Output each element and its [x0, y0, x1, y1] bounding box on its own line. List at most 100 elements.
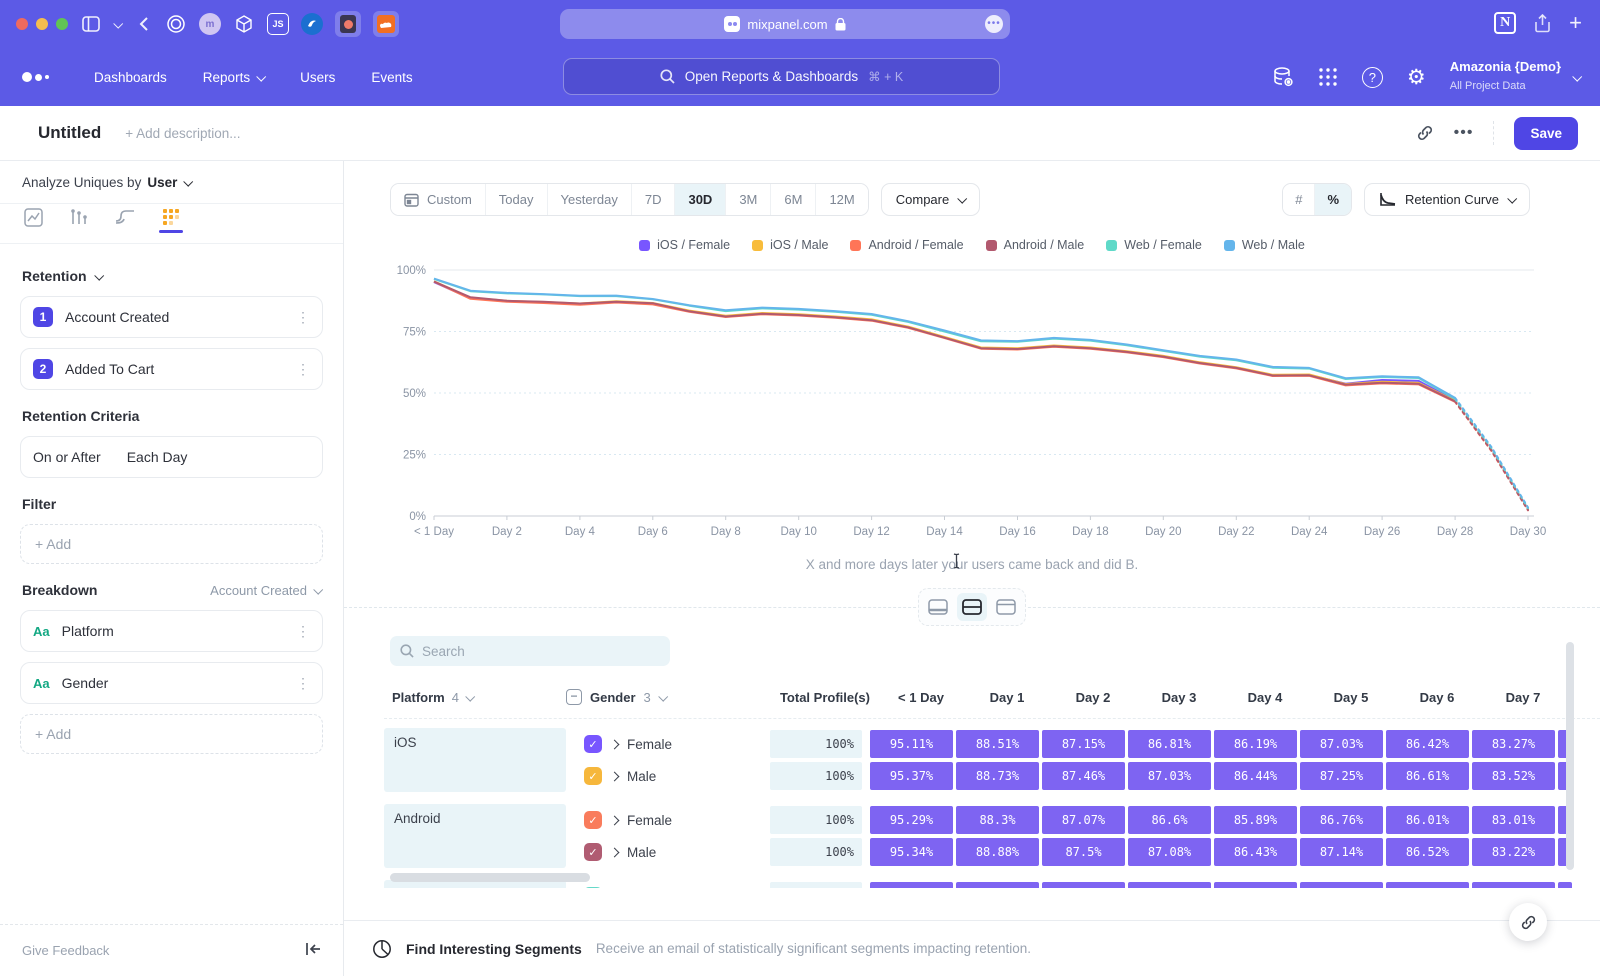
window-controls[interactable] — [16, 18, 68, 30]
range-6m[interactable]: 6M — [771, 184, 816, 215]
close-window-button[interactable] — [16, 18, 28, 30]
data-management-icon[interactable] — [1272, 66, 1294, 88]
maximize-window-button[interactable] — [56, 18, 68, 30]
retention-value-cell[interactable]: 90.51% — [1042, 882, 1125, 888]
tab-flows[interactable] — [114, 210, 136, 232]
notion-tab-icon[interactable]: N — [1494, 12, 1516, 34]
collapse-sidebar-icon[interactable] — [305, 942, 321, 959]
step-options-icon[interactable]: ⋮ — [296, 361, 310, 378]
range-yesterday[interactable]: Yesterday — [548, 184, 632, 215]
legend-item[interactable]: Web / Female — [1106, 238, 1202, 252]
chart-type-dropdown[interactable]: Retention Curve — [1364, 183, 1530, 216]
retention-value-cell[interactable]: 85.89% — [1214, 806, 1297, 834]
range-7d[interactable]: 7D — [632, 184, 676, 215]
breakdown-add-button[interactable]: + Add — [20, 714, 323, 754]
day-column-header[interactable]: Day 4 — [1222, 690, 1308, 705]
target-extension-icon[interactable] — [165, 13, 187, 35]
view-chart-only-toggle[interactable] — [923, 593, 953, 621]
gender-cell[interactable]: ✓Female — [566, 811, 770, 829]
tab-retention[interactable] — [160, 210, 182, 232]
analyze-value-dropdown[interactable]: User — [147, 175, 191, 190]
view-table-only-toggle[interactable] — [991, 593, 1021, 621]
horizontal-scrollbar[interactable] — [390, 873, 590, 882]
breakdown-item-gender[interactable]: AaGender⋮ — [20, 662, 323, 704]
compare-button[interactable]: Compare — [881, 183, 980, 216]
expand-row-icon[interactable] — [610, 815, 620, 825]
step-options-icon[interactable]: ⋮ — [296, 309, 310, 326]
apps-grid-icon[interactable] — [1318, 67, 1338, 87]
series-checkbox[interactable]: ✓ — [584, 767, 602, 785]
retention-step-1[interactable]: 1Account Created⋮ — [20, 296, 323, 338]
retention-value-cell[interactable]: 88.3% — [956, 806, 1039, 834]
retention-value-cell[interactable]: 86.42% — [1386, 730, 1469, 758]
soundcloud-extension-icon[interactable] — [373, 11, 399, 37]
minimize-window-button[interactable] — [36, 18, 48, 30]
day-column-header[interactable]: Day 1 — [964, 690, 1050, 705]
retention-chart[interactable]: 100%75%50%25%0%< 1 DayDay 2Day 4Day 6Day… — [388, 256, 1600, 549]
project-switcher[interactable]: Amazonia {Demo} All Project Data — [1450, 59, 1580, 95]
retention-value-cell[interactable]: 87.15% — [1042, 730, 1125, 758]
gender-cell[interactable]: ✓Male — [566, 843, 770, 861]
expand-row-icon[interactable] — [610, 847, 620, 857]
retention-value-cell[interactable]: 86.52% — [1386, 838, 1469, 866]
js-extension-icon[interactable]: JS — [267, 13, 289, 35]
legend-item[interactable]: Android / Female — [850, 238, 963, 252]
retention-value-cell[interactable]: 87.46% — [1042, 762, 1125, 790]
day-column-header[interactable]: Day 7 — [1480, 690, 1566, 705]
unit-percent-toggle[interactable]: % — [1315, 184, 1351, 215]
retention-value-cell[interactable]: 91.43% — [956, 882, 1039, 888]
nav-item-events[interactable]: Events — [371, 70, 412, 85]
retention-value-cell[interactable]: 83.01% — [1472, 806, 1555, 834]
report-title[interactable]: Untitled — [38, 123, 101, 143]
tab-funnels[interactable] — [68, 210, 90, 232]
breakdown-scope-dropdown[interactable]: Account Created — [210, 583, 321, 598]
retention-value-cell[interactable]: 89.37% — [1214, 882, 1297, 888]
retention-value-cell[interactable]: 87.03% — [1300, 730, 1383, 758]
vertical-scrollbar[interactable] — [1566, 642, 1574, 870]
day-column-header[interactable]: Day 3 — [1136, 690, 1222, 705]
range-30d[interactable]: 30D — [675, 184, 726, 215]
retention-value-cell[interactable]: 86.76% — [1300, 806, 1383, 834]
share-icon[interactable] — [1534, 14, 1551, 33]
give-feedback-link[interactable]: Give Feedback — [22, 943, 109, 958]
series-checkbox[interactable]: ✓ — [584, 843, 602, 861]
retention-value-cell[interactable]: 90.07% — [1128, 882, 1211, 888]
total-profiles-header[interactable]: Total Profile(s) — [770, 690, 870, 705]
cube-extension-icon[interactable] — [233, 13, 255, 35]
more-options-icon[interactable]: ••• — [1454, 124, 1474, 142]
nav-item-users[interactable]: Users — [300, 70, 335, 85]
mixpanel-logo[interactable] — [22, 72, 62, 82]
gender-cell[interactable]: ✓Female — [566, 735, 770, 753]
gender-cell[interactable]: ✓Male — [566, 767, 770, 785]
avatar-extension-icon[interactable]: m — [199, 13, 221, 35]
series-checkbox[interactable]: ✓ — [584, 811, 602, 829]
retention-value-cell[interactable]: 95.11% — [870, 730, 953, 758]
retention-value-cell[interactable]: 86.43% — [1214, 838, 1297, 866]
series-checkbox[interactable]: ✓ — [584, 887, 602, 888]
series-checkbox[interactable]: ✓ — [584, 735, 602, 753]
new-tab-button[interactable]: + — [1569, 10, 1582, 36]
gender-cell[interactable]: ✓Female — [566, 887, 770, 888]
retention-value-cell[interactable]: 86.44% — [1214, 762, 1297, 790]
legend-item[interactable]: Android / Male — [986, 238, 1085, 252]
chevron-down-icon[interactable] — [114, 21, 121, 28]
retention-criteria-card[interactable]: On or After Each Day — [20, 436, 323, 478]
retention-step-2[interactable]: 2Added To Cart⋮ — [20, 348, 323, 390]
retention-value-cell[interactable]: 87.14% — [1300, 838, 1383, 866]
criteria-interval[interactable]: Each Day — [127, 449, 188, 465]
retention-value-cell[interactable]: 88.73% — [956, 762, 1039, 790]
find-segments-title[interactable]: Find Interesting Segments — [406, 941, 582, 957]
breakdown-options-icon[interactable]: ⋮ — [296, 675, 310, 692]
unit-number-toggle[interactable]: # — [1283, 184, 1315, 215]
day-column-header[interactable]: < 1 Day — [878, 690, 964, 705]
address-bar[interactable]: mixpanel.com ••• — [560, 9, 1010, 39]
range-custom[interactable]: Custom — [391, 184, 486, 215]
day-column-header[interactable]: Day 6 — [1394, 690, 1480, 705]
select-all-checkbox[interactable]: − — [566, 689, 582, 705]
retention-value-cell[interactable]: 87.25% — [1300, 762, 1383, 790]
retention-value-cell[interactable]: 96.37% — [870, 882, 953, 888]
sidebar-toggle-icon[interactable] — [82, 16, 100, 32]
legend-item[interactable]: iOS / Male — [752, 238, 828, 252]
platform-cell[interactable]: iOS — [384, 728, 566, 792]
nav-item-dashboards[interactable]: Dashboards — [94, 70, 167, 85]
